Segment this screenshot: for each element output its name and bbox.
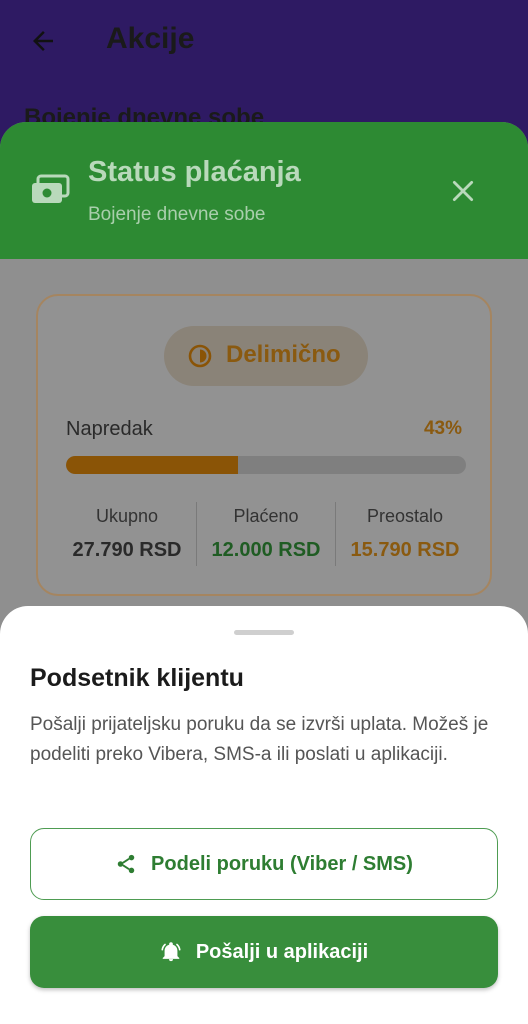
dialog-title: Status plaćanja	[88, 156, 301, 188]
status-badge: Delimično	[164, 326, 368, 386]
share-message-label: Podeli poruku (Viber / SMS)	[151, 852, 413, 875]
bell-icon	[161, 942, 181, 962]
half-circle-icon	[188, 344, 212, 368]
stat-total: Ukupno 27.790 RSD	[58, 502, 196, 566]
sheet-drag-handle[interactable]	[234, 630, 294, 635]
send-in-app-button[interactable]: Pošalji u aplikaciji	[30, 916, 498, 988]
send-in-app-label: Pošalji u aplikaciji	[195, 940, 369, 963]
progress-label: Napredak	[66, 418, 153, 440]
page-title: Akcije	[106, 22, 195, 55]
stat-remaining-label: Preostalo	[366, 506, 444, 526]
stat-remaining: Preostalo 15.790 RSD	[335, 502, 474, 566]
stat-paid-label: Plaćeno	[233, 506, 299, 526]
arrow-left-icon[interactable]	[28, 26, 58, 56]
share-message-button[interactable]: Podeli poruku (Viber / SMS)	[30, 828, 498, 900]
share-icon	[117, 854, 135, 874]
progress-bar-fill	[66, 456, 238, 474]
sheet-description: Pošalji prijateljsku poruku da se izvrši…	[30, 714, 489, 765]
status-label: Delimično	[226, 341, 341, 368]
stat-remaining-value: 15.790 RSD	[350, 539, 460, 561]
dialog-subtitle: Bojenje dnevne sobe	[88, 204, 266, 225]
reminder-bottom-sheet: Podsetnik klijentu Pošalji prijateljsku …	[0, 606, 528, 1024]
payment-stats: Ukupno 27.790 RSD Plaćeno 12.000 RSD Pre…	[58, 502, 474, 566]
progress-bar	[66, 456, 466, 474]
progress-percent: 43%	[423, 418, 462, 439]
stat-paid-value: 12.000 RSD	[211, 539, 321, 561]
close-icon[interactable]	[450, 178, 476, 204]
payment-status-card: Delimično Napredak 43% Ukupno 27.790 RSD…	[36, 294, 492, 596]
sheet-title: Podsetnik klijentu	[30, 664, 244, 692]
stat-total-label: Ukupno	[95, 506, 159, 526]
stat-total-value: 27.790 RSD	[72, 539, 182, 561]
stat-paid: Plaćeno 12.000 RSD	[196, 502, 335, 566]
dialog-header: Status plaćanja Bojenje dnevne sobe	[0, 122, 528, 259]
payments-icon	[32, 174, 70, 203]
